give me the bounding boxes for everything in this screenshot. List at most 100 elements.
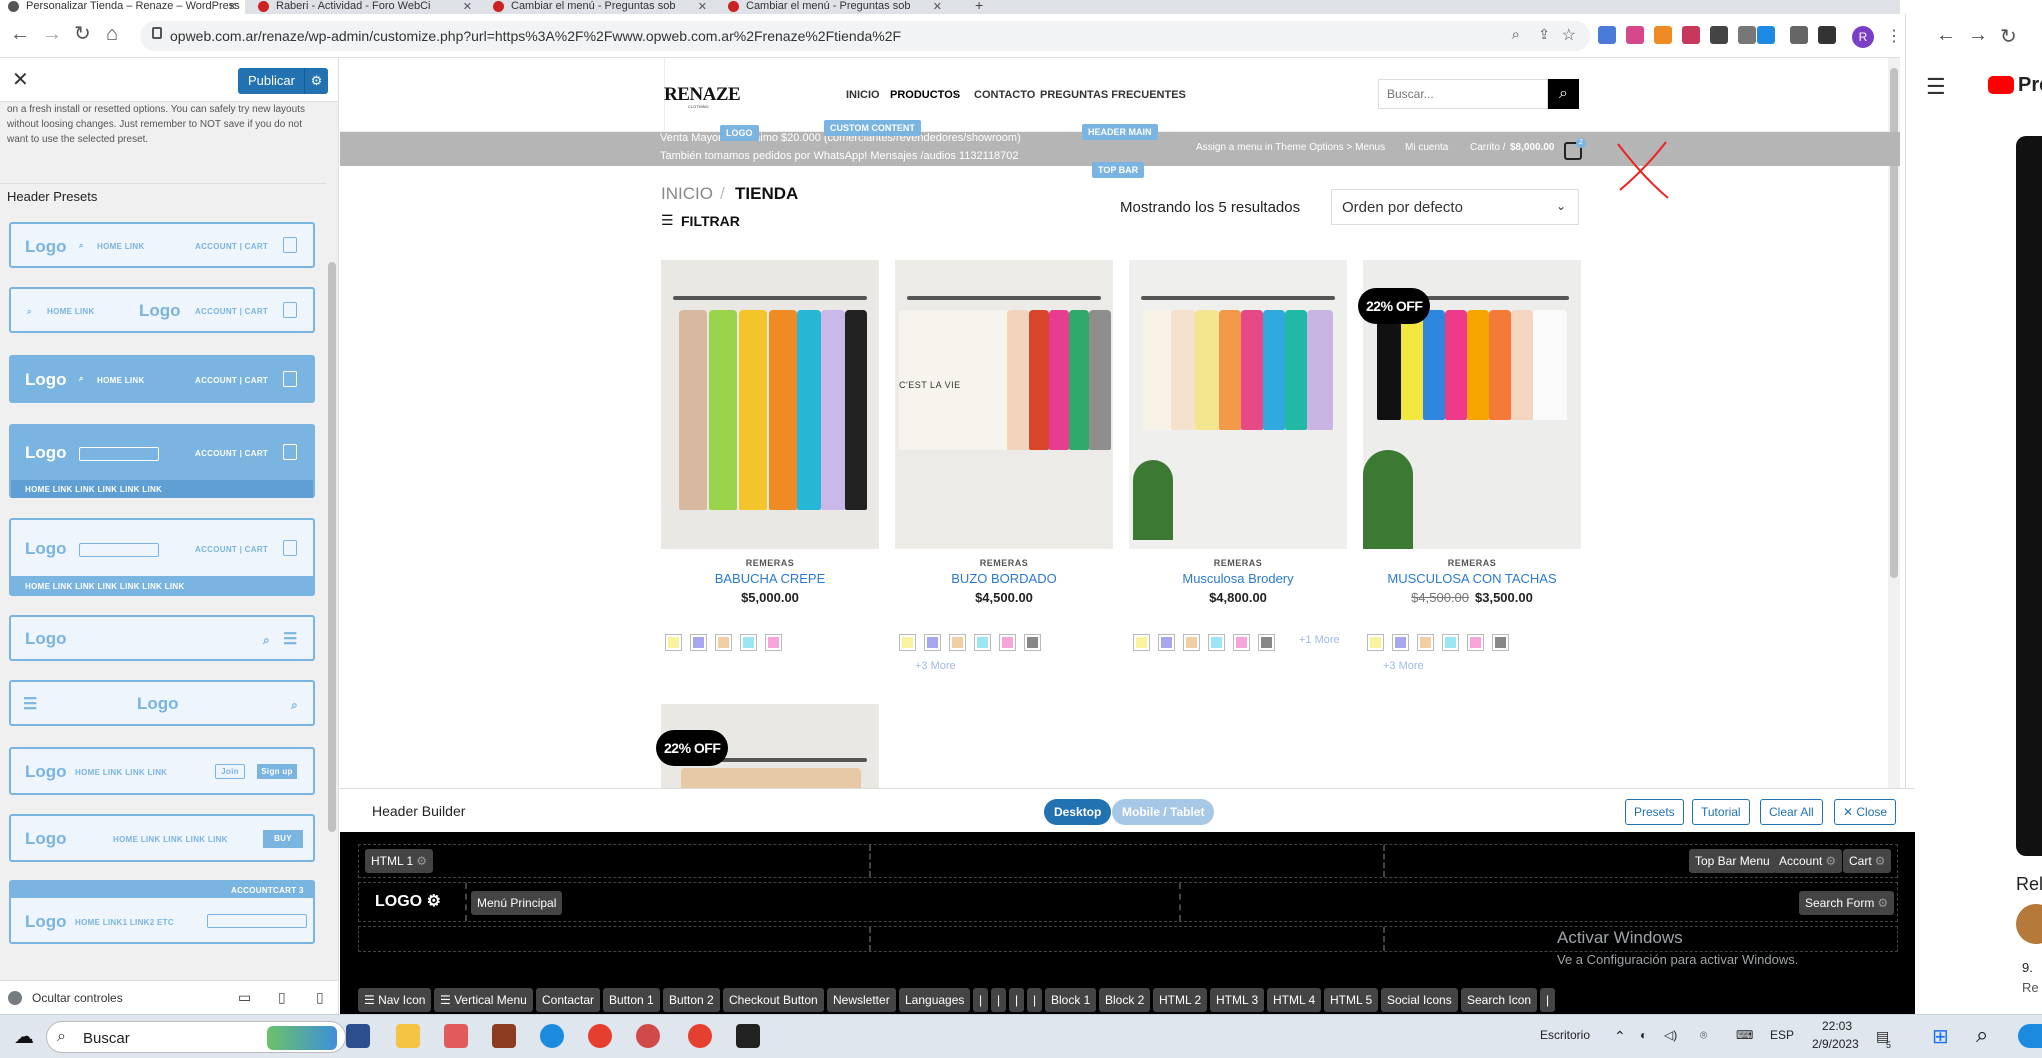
gear-icon[interactable]: ⚙ <box>1825 854 1836 868</box>
channel-avatar[interactable] <box>2016 904 2042 944</box>
extension-icon[interactable] <box>1682 26 1700 44</box>
extension-icon[interactable] <box>1654 26 1672 44</box>
color-swatch[interactable] <box>974 634 991 651</box>
site-search-input[interactable] <box>1378 79 1548 109</box>
builder-available-item[interactable]: | <box>973 988 989 1012</box>
desktop-preview-icon[interactable]: ▭ <box>238 989 251 1006</box>
edge-icon[interactable] <box>2018 1024 2042 1048</box>
builder-available-item[interactable]: ☰ Vertical Menu <box>434 988 533 1012</box>
snipping-tool-icon[interactable] <box>444 1024 468 1048</box>
keyboard-icon[interactable]: ⌨ <box>1736 1028 1753 1042</box>
builder-available-item[interactable]: Social Icons <box>1381 988 1458 1012</box>
builder-tag-logo[interactable]: LOGO <box>720 125 759 141</box>
preview-scrollbar[interactable] <box>1888 58 1900 788</box>
builder-tag-custom-content[interactable]: CUSTOM CONTENT <box>824 120 921 136</box>
close-icon[interactable]: ✕ <box>933 0 942 13</box>
color-swatch[interactable] <box>1392 634 1409 651</box>
color-swatch[interactable] <box>1442 634 1459 651</box>
builder-item-search-form[interactable]: Search Form ⚙ <box>1799 891 1895 915</box>
close-builder-button[interactable]: ✕ Close <box>1834 799 1897 825</box>
network-icon[interactable]: ⌾ <box>1700 1028 1707 1043</box>
product-name[interactable]: MUSCULOSA CON TACHAS <box>1363 571 1581 586</box>
product-category[interactable]: REMERAS <box>1129 558 1347 568</box>
capcut-icon[interactable] <box>736 1024 760 1048</box>
color-swatch[interactable] <box>665 634 682 651</box>
browser-tab[interactable]: Cambiar el menú - Preguntas sob ✕ <box>720 0 950 14</box>
yt-forward-icon[interactable]: → <box>1968 24 1988 47</box>
header-preset[interactable]: Logo ACCOUNT | CART HOME LINK LINK LINK … <box>9 424 315 498</box>
filter-icon[interactable]: ☰ <box>661 212 674 229</box>
header-preset[interactable]: Logo ACCOUNT | CART HOME LINK LINK LINK … <box>9 518 315 596</box>
builder-available-item[interactable]: HTML 2 <box>1153 988 1208 1012</box>
builder-available-item[interactable]: Checkout Button <box>723 988 824 1012</box>
gear-icon[interactable]: ⚙ <box>1877 896 1888 910</box>
hide-controls-icon[interactable] <box>8 991 22 1005</box>
close-icon[interactable]: ✕ <box>698 0 707 13</box>
product-image[interactable] <box>1129 260 1347 549</box>
gear-icon[interactable]: ⚙ <box>1875 854 1886 868</box>
puzzle-icon[interactable] <box>1790 26 1808 44</box>
builder-available-item[interactable]: Button 2 <box>663 988 720 1012</box>
color-swatch[interactable] <box>924 634 941 651</box>
browser-tab[interactable]: Cambiar el menú - Preguntas sob ✕ <box>485 0 715 14</box>
builder-item-cart[interactable]: Cart ⚙ <box>1843 849 1892 873</box>
builder-available-item[interactable]: Search Icon <box>1461 988 1538 1012</box>
nav-contacto[interactable]: CONTACTO <box>974 89 1035 101</box>
profile-avatar[interactable]: R <box>1852 26 1874 48</box>
chrome-profile-icon[interactable] <box>636 1024 660 1048</box>
product-category[interactable]: REMERAS <box>661 558 879 568</box>
hide-controls-button[interactable]: Ocultar controles <box>32 991 123 1005</box>
builder-tag-top-bar[interactable]: TOP BAR <box>1092 162 1145 178</box>
header-preset[interactable]: Logo HOME LINK LINK LINK LINK BUY <box>9 814 315 862</box>
more-swatches-link[interactable]: +3 More <box>915 660 956 672</box>
builder-item-account[interactable]: Account ⚙ <box>1773 849 1843 873</box>
extension-icon[interactable] <box>1710 26 1728 44</box>
builder-item-main-menu[interactable]: Menú Principal <box>471 891 563 915</box>
builder-available-item[interactable]: | <box>1009 988 1025 1012</box>
builder-available-item[interactable]: | <box>1027 988 1043 1012</box>
builder-available-item[interactable]: ☰ Nav Icon <box>358 988 432 1012</box>
header-preset[interactable]: Logo ⌕ HOME LINK ACCOUNT | CART <box>9 222 315 268</box>
gear-icon[interactable]: ⚙ <box>304 68 328 94</box>
color-swatch[interactable] <box>999 634 1016 651</box>
site-logo[interactable]: RENAZE <box>664 84 741 106</box>
camera-icon[interactable] <box>1738 26 1756 44</box>
color-swatch[interactable] <box>899 634 916 651</box>
nav-inicio[interactable]: INICIO <box>846 89 880 101</box>
meet-icon[interactable]: ◐ <box>1640 1028 1647 1042</box>
product-category[interactable]: REMERAS <box>1363 558 1581 568</box>
sidebar-scrollbar[interactable] <box>326 102 338 980</box>
product-image[interactable]: C'EST LA VIE <box>895 260 1113 549</box>
new-tab-icon[interactable]: + <box>975 0 983 13</box>
topbar-account-link[interactable]: Mi cuenta <box>1405 142 1448 153</box>
builder-row-top[interactable]: HTML 1 ⚙ Top Bar Menu Account ⚙ Cart ⚙ <box>358 844 1898 878</box>
presets-button[interactable]: Presets <box>1625 799 1684 825</box>
header-preset[interactable]: ⌕ HOME LINK Logo ACCOUNT | CART <box>9 287 315 333</box>
site-search-button[interactable]: ⌕ <box>1548 79 1579 109</box>
chevron-up-icon[interactable]: ⌃ <box>1614 1028 1626 1045</box>
color-swatch[interactable] <box>1467 634 1484 651</box>
color-swatch[interactable] <box>690 634 707 651</box>
builder-available-item[interactable]: | <box>991 988 1007 1012</box>
builder-tag-header-main[interactable]: HEADER MAIN <box>1082 124 1158 140</box>
color-swatch[interactable] <box>1233 634 1250 651</box>
color-swatch[interactable] <box>949 634 966 651</box>
browser-tab[interactable]: Personalizar Tienda – Renaze – WordPress… <box>0 0 245 14</box>
extension-icon[interactable] <box>1598 26 1616 44</box>
builder-available-item[interactable]: Button 1 <box>603 988 660 1012</box>
more-swatches-link[interactable]: +1 More <box>1299 634 1340 646</box>
nav-preguntas[interactable]: PREGUNTAS FRECUENTES <box>1040 89 1186 101</box>
breadcrumb-home[interactable]: INICIO <box>661 184 713 204</box>
chrome-profile-icon[interactable] <box>688 1024 712 1048</box>
file-explorer-icon[interactable] <box>396 1024 420 1048</box>
desktop-toggle[interactable]: Desktop <box>1044 799 1112 825</box>
mobile-toggle[interactable]: Mobile / Tablet <box>1112 799 1215 825</box>
youtube-logo-icon[interactable] <box>1988 76 2014 94</box>
language-indicator[interactable]: ESP <box>1770 1028 1794 1042</box>
winrar-icon[interactable] <box>492 1024 516 1048</box>
color-swatch[interactable] <box>1158 634 1175 651</box>
forward-icon[interactable]: → <box>42 24 62 44</box>
filter-button[interactable]: FILTRAR <box>681 213 740 229</box>
builder-available-item[interactable]: Languages <box>899 988 971 1012</box>
reload-icon[interactable]: ↻ <box>74 24 91 44</box>
